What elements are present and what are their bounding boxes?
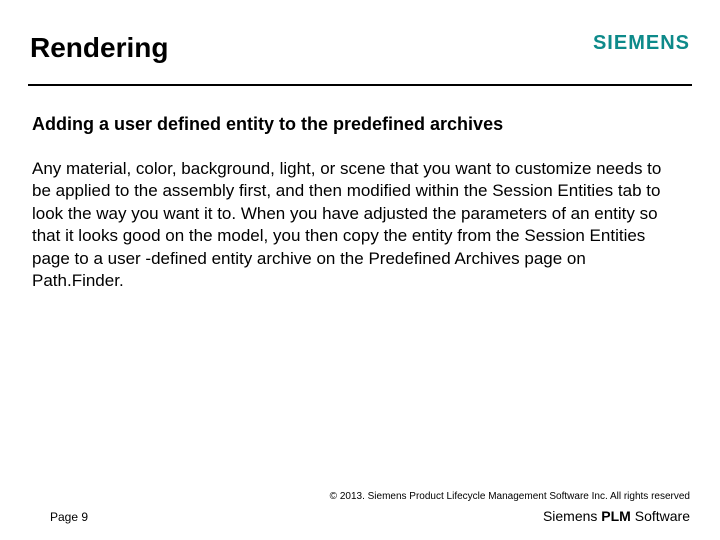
slide-title: Rendering	[30, 32, 168, 64]
title-underline	[28, 84, 692, 86]
title-bar: Rendering SIEMENS	[0, 26, 720, 82]
footer-brand: Siemens PLM Software	[543, 508, 690, 524]
footer-brand-suffix: Software	[631, 508, 690, 524]
footer-brand-bold: PLM	[601, 508, 631, 524]
brand-logo: SIEMENS	[593, 32, 690, 55]
footer-brand-prefix: Siemens	[543, 508, 601, 524]
body-paragraph: Any material, color, background, light, …	[32, 158, 682, 293]
copyright-text: © 2013. Siemens Product Lifecycle Manage…	[330, 491, 690, 502]
slide: Rendering SIEMENS Adding a user defined …	[0, 0, 720, 540]
subtitle: Adding a user defined entity to the pred…	[32, 114, 503, 135]
page-number: Page 9	[50, 510, 88, 524]
